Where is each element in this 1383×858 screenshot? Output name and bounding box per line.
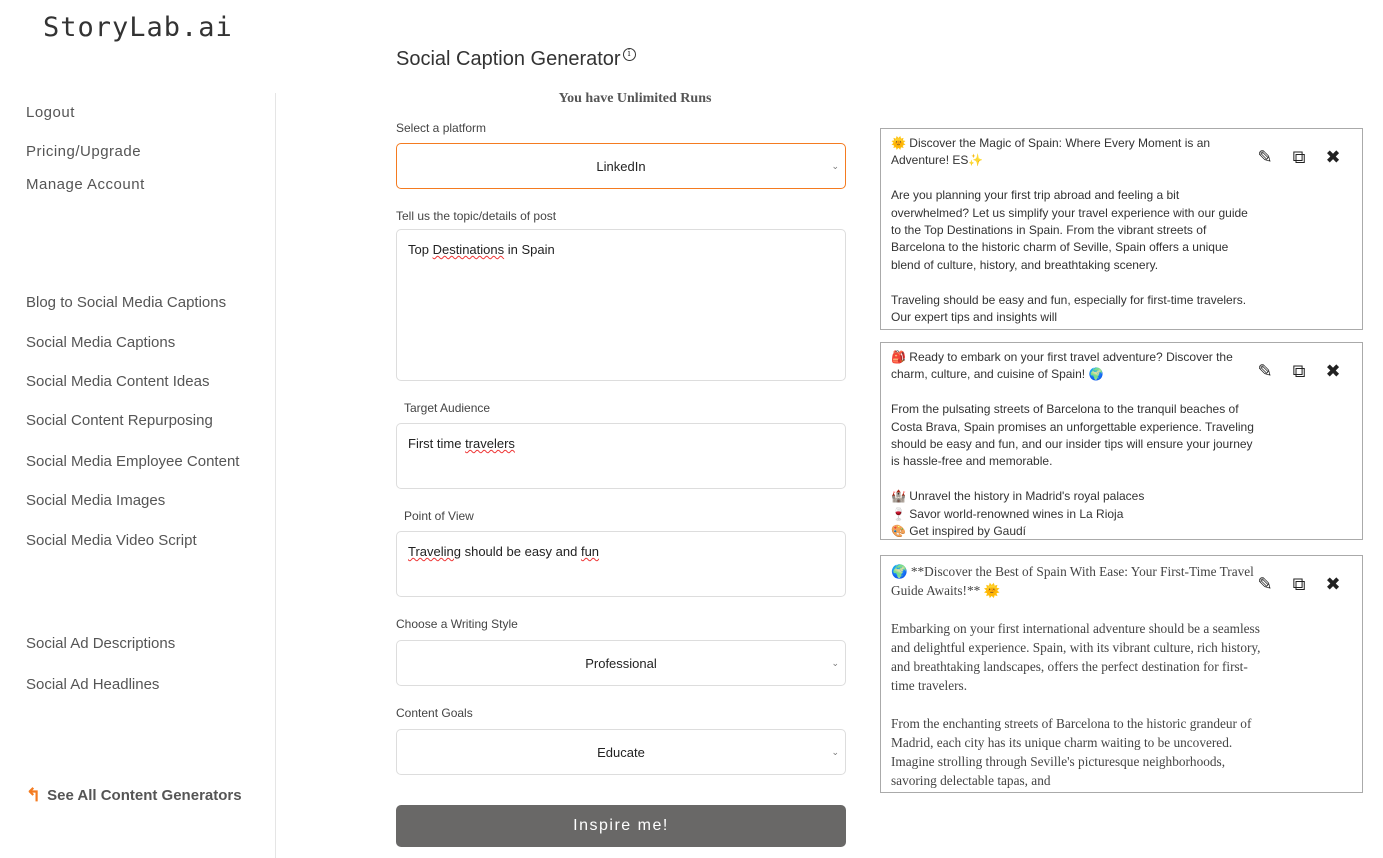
sidebar-item-social-captions[interactable]: Social Media Captions [26,334,175,351]
chevron-down-icon: ⌄ [831,657,839,668]
platform-value: LinkedIn [596,158,646,174]
close-icon[interactable]: ✖ [1322,147,1344,168]
sidebar-divider [275,93,276,858]
content-goals-select[interactable]: Educate ⌄ [396,729,846,775]
sidebar-item-pricing[interactable]: Pricing/Upgrade [26,143,141,160]
audience-input[interactable]: First time travelers [396,423,846,489]
goals-label: Content Goals [396,706,473,720]
topic-textarea[interactable]: Top Destinations in Spain [396,229,846,381]
topic-text: Top [408,242,433,257]
chevron-down-icon: ⌄ [831,746,839,757]
pov-text: should be easy and [460,544,581,559]
info-icon[interactable]: i [622,48,636,61]
logo[interactable]: StoryLab.ai [43,12,233,43]
sidebar-item-repurposing[interactable]: Social Content Repurposing [26,412,213,429]
pov-text: fun [580,544,600,559]
pov-label: Point of View [404,509,474,523]
copy-icon[interactable]: ⧉ [1288,361,1310,382]
result-card: 🌍 **Discover the Best of Spain With Ease… [880,555,1363,793]
close-icon[interactable]: ✖ [1322,574,1344,595]
sidebar-item-images[interactable]: Social Media Images [26,492,165,509]
audience-text: travelers [465,436,515,451]
sidebar-item-content-ideas[interactable]: Social Media Content Ideas [26,373,209,390]
sidebar-item-manage-account[interactable]: Manage Account [26,176,145,193]
page-title-text: Social Caption Generator [396,48,621,70]
pov-text: Traveling [408,544,461,559]
copy-icon[interactable]: ⧉ [1288,147,1310,168]
platform-select[interactable]: LinkedIn ⌄ [396,143,846,189]
pov-input[interactable]: Traveling should be easy and fun [396,531,846,597]
runs-remaining: You have Unlimited Runs [558,91,712,106]
result-card: 🎒 Ready to embark on your first travel a… [880,342,1363,540]
sidebar-item-blog-captions[interactable]: Blog to Social Media Captions [26,294,226,311]
edit-icon[interactable]: ✎ [1254,361,1276,382]
audience-text: First time [408,436,466,451]
back-arrow-icon: ↰ [26,785,42,805]
goals-value: Educate [597,744,645,760]
result-card: 🌞 Discover the Magic of Spain: Where Eve… [880,128,1363,330]
style-value: Professional [585,655,657,671]
chevron-down-icon: ⌄ [831,160,839,171]
page-title: Social Caption Generator i [396,48,636,71]
edit-icon[interactable]: ✎ [1254,147,1276,168]
topic-text: in Spain [504,242,555,257]
result-text: 🎒 Ready to embark on your first travel a… [891,350,1254,539]
audience-label: Target Audience [404,401,491,415]
sidebar-item-employee-content[interactable]: Social Media Employee Content [26,453,239,470]
sidebar-item-logout[interactable]: Logout [26,104,75,121]
sidebar-item-ad-headlines[interactable]: Social Ad Headlines [26,676,159,693]
close-icon[interactable]: ✖ [1322,361,1344,382]
result-text: 🌍 **Discover the Best of Spain With Ease… [891,564,1261,788]
see-all-generators-link[interactable]: ↰ See All Content Generators [26,785,242,806]
platform-label: Select a platform [396,121,487,135]
style-label: Choose a Writing Style [396,617,518,631]
see-all-label: See All Content Generators [47,787,242,804]
sidebar-item-ad-descriptions[interactable]: Social Ad Descriptions [26,635,175,652]
sidebar-item-video-script[interactable]: Social Media Video Script [26,532,197,549]
edit-icon[interactable]: ✎ [1254,574,1276,595]
result-text: 🌞 Discover the Magic of Spain: Where Eve… [891,136,1248,325]
topic-label: Tell us the topic/details of post [396,209,557,223]
topic-text: Destinations [432,242,505,257]
copy-icon[interactable]: ⧉ [1288,574,1310,595]
inspire-button[interactable]: Inspire me! [396,805,846,847]
writing-style-select[interactable]: Professional ⌄ [396,640,846,686]
